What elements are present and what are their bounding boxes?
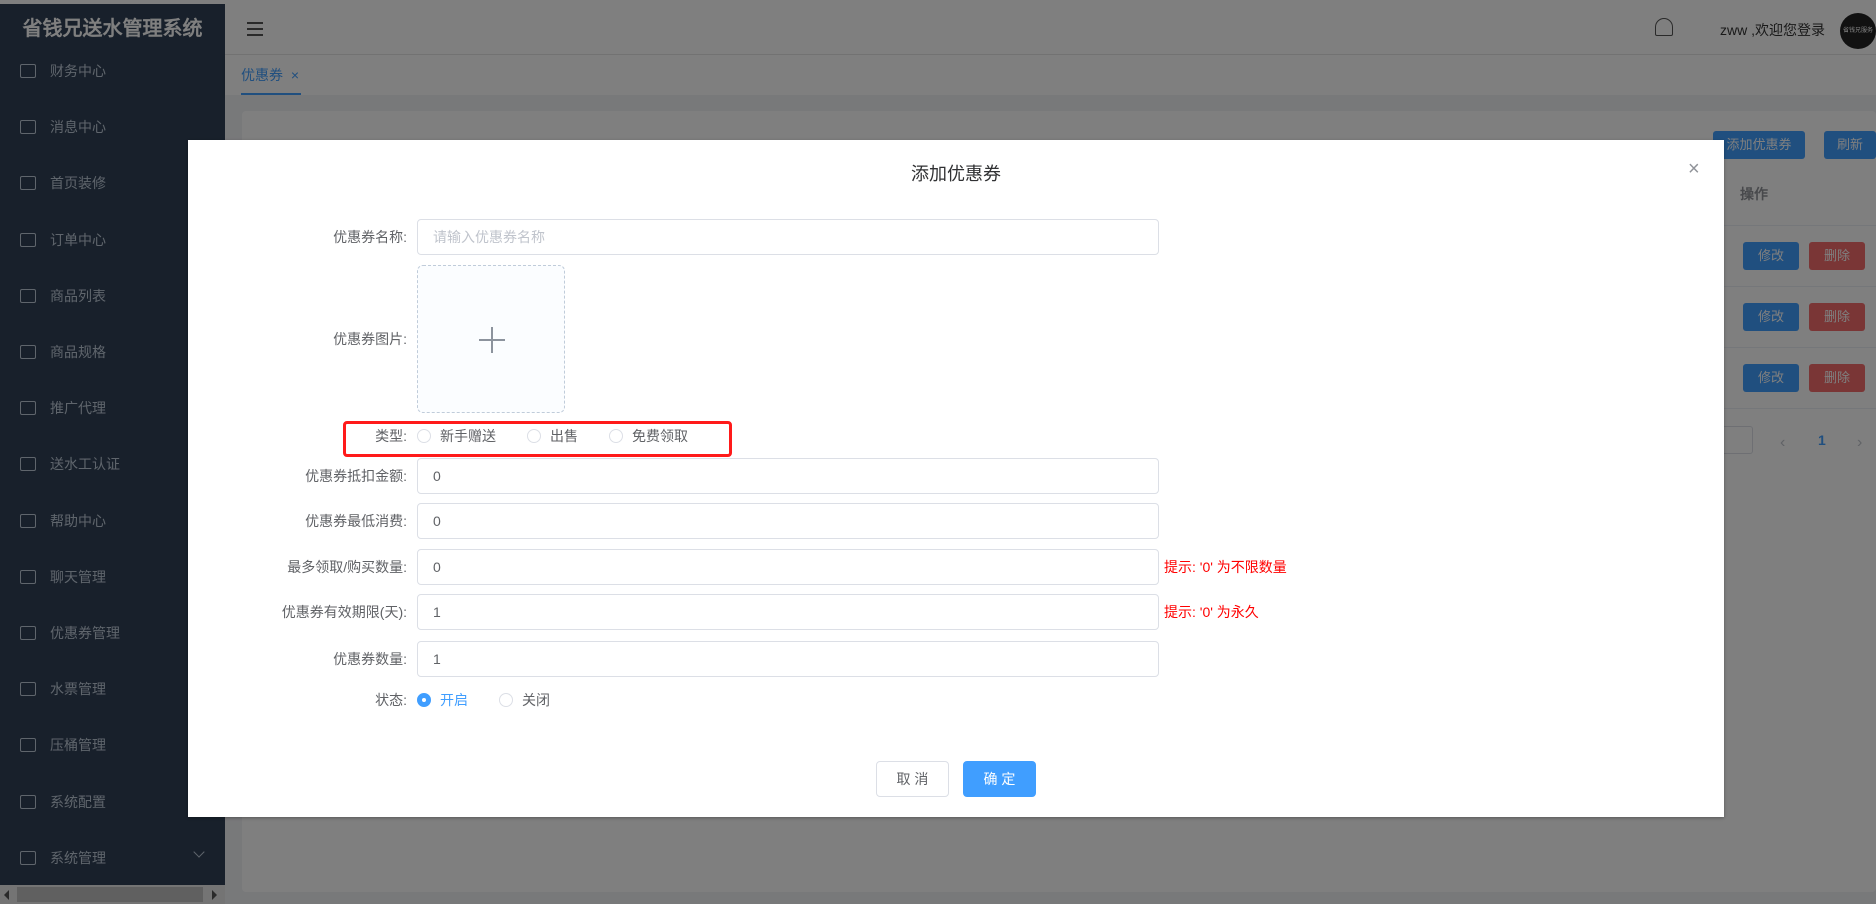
status-label: 状态: — [375, 692, 407, 708]
type-option-free[interactable]: 免费领取 — [632, 426, 688, 446]
max-qty-input[interactable]: 0 — [417, 549, 1159, 585]
type-radio-free[interactable] — [609, 429, 623, 443]
type-radio-newuser[interactable] — [417, 429, 431, 443]
image-label: 优惠券图片: — [333, 331, 407, 347]
validity-label: 优惠券有效期限(天): — [281, 604, 407, 620]
name-label: 优惠券名称: — [333, 229, 407, 245]
min-spend-label: 优惠券最低消费: — [305, 513, 407, 529]
validity-input[interactable]: 1 — [417, 594, 1159, 630]
validity-hint: 提示: '0' 为永久 — [1164, 604, 1259, 620]
max-qty-hint: 提示: '0' 为不限数量 — [1164, 559, 1287, 575]
min-spend-input[interactable]: 0 — [417, 503, 1159, 539]
amount-input[interactable]: 0 — [417, 458, 1159, 494]
status-option-off[interactable]: 关闭 — [522, 690, 550, 710]
type-radio-sale[interactable] — [527, 429, 541, 443]
image-upload[interactable] — [417, 265, 565, 413]
coupon-name-input[interactable]: 请输入优惠券名称 — [417, 219, 1159, 255]
cancel-button[interactable]: 取 消 — [876, 761, 949, 797]
dialog-title: 添加优惠券 — [911, 164, 1001, 184]
max-qty-label: 最多领取/购买数量: — [287, 559, 407, 575]
count-input[interactable]: 1 — [417, 641, 1159, 677]
status-radio-on[interactable] — [417, 693, 431, 707]
count-label: 优惠券数量: — [333, 651, 407, 667]
status-radio-off[interactable] — [499, 693, 513, 707]
type-label: 类型: — [375, 428, 407, 444]
type-option-sale[interactable]: 出售 — [550, 426, 578, 446]
status-option-on[interactable]: 开启 — [440, 690, 468, 710]
close-icon[interactable]: × — [1688, 158, 1700, 181]
type-option-newuser[interactable]: 新手赠送 — [440, 426, 496, 446]
confirm-button[interactable]: 确 定 — [963, 761, 1036, 797]
amount-label: 优惠券抵扣金额: — [305, 468, 407, 484]
